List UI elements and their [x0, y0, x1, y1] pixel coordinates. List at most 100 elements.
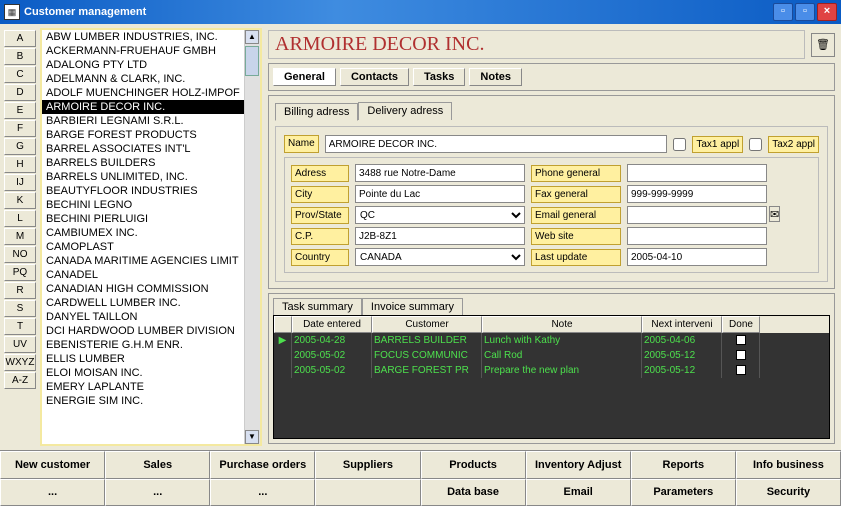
- col-header[interactable]: Next interveni: [642, 316, 722, 333]
- address-input[interactable]: [355, 164, 525, 182]
- alpha-UV[interactable]: UV: [4, 336, 36, 353]
- toolbar-...[interactable]: ...: [0, 479, 105, 506]
- alpha-L[interactable]: L: [4, 210, 36, 227]
- toolbar-info-business[interactable]: Info business: [736, 451, 841, 479]
- tab-notes[interactable]: Notes: [469, 68, 522, 86]
- window-button-2[interactable]: ▫: [795, 3, 815, 21]
- list-item[interactable]: ELLIS LUMBER: [42, 352, 260, 366]
- email-icon-button[interactable]: ✉: [769, 206, 780, 222]
- table-row[interactable]: 2005-05-02FOCUS COMMUNICCall Rod2005-05-…: [274, 348, 829, 363]
- toolbar-suppliers[interactable]: Suppliers: [315, 451, 420, 479]
- list-item[interactable]: ARMOIRE DECOR INC.: [42, 100, 260, 114]
- list-item[interactable]: BARRELS BUILDERS: [42, 156, 260, 170]
- alpha-E[interactable]: E: [4, 102, 36, 119]
- toolbar-...[interactable]: ...: [105, 479, 210, 506]
- list-item[interactable]: CAMOPLAST: [42, 240, 260, 254]
- alpha-NO[interactable]: NO: [4, 246, 36, 263]
- scroll-down-button[interactable]: ▼: [245, 430, 259, 444]
- subtab-1[interactable]: Delivery adress: [358, 102, 452, 120]
- provstate-select[interactable]: QC: [355, 206, 525, 224]
- alpha-PQ[interactable]: PQ: [4, 264, 36, 281]
- customer-list[interactable]: ABW LUMBER INDUSTRIES, INC.ACKERMANN-FRU…: [40, 28, 262, 446]
- tasktab-0[interactable]: Task summary: [273, 298, 362, 315]
- toolbar-sales[interactable]: Sales: [105, 451, 210, 479]
- toolbar-parameters[interactable]: Parameters: [631, 479, 736, 506]
- list-item[interactable]: ACKERMANN-FRUEHAUF GMBH: [42, 44, 260, 58]
- list-item[interactable]: BECHINI LEGNO: [42, 198, 260, 212]
- tab-tasks[interactable]: Tasks: [413, 68, 465, 86]
- list-item[interactable]: CANADA MARITIME AGENCIES LIMIT: [42, 254, 260, 268]
- subtab-0[interactable]: Billing adress: [275, 103, 358, 121]
- email-input[interactable]: [627, 206, 767, 224]
- toolbar-data-base[interactable]: Data base: [421, 479, 526, 506]
- scrollbar[interactable]: ▲ ▼: [244, 30, 260, 444]
- tasktab-1[interactable]: Invoice summary: [362, 298, 463, 315]
- fax-input[interactable]: [627, 185, 767, 203]
- list-item[interactable]: BARRELS UNLIMITED, INC.: [42, 170, 260, 184]
- list-item[interactable]: CARDWELL LUMBER INC.: [42, 296, 260, 310]
- country-select[interactable]: CANADA: [355, 248, 525, 266]
- list-item[interactable]: DANYEL TAILLON: [42, 310, 260, 324]
- alpha-S[interactable]: S: [4, 300, 36, 317]
- toolbar-purchase-orders[interactable]: Purchase orders: [210, 451, 315, 479]
- window-button-1[interactable]: ▫: [773, 3, 793, 21]
- alpha-K[interactable]: K: [4, 192, 36, 209]
- alpha-A-Z[interactable]: A-Z: [4, 372, 36, 389]
- lastupdate-input[interactable]: [627, 248, 767, 266]
- delete-button[interactable]: 🗑: [811, 33, 835, 57]
- list-item[interactable]: ENERGIE SIM INC.: [42, 394, 260, 408]
- list-item[interactable]: ADOLF MUENCHINGER HOLZ-IMPOF: [42, 86, 260, 100]
- list-item[interactable]: ABW LUMBER INDUSTRIES, INC.: [42, 30, 260, 44]
- toolbar-email[interactable]: Email: [526, 479, 631, 506]
- tab-contacts[interactable]: Contacts: [340, 68, 409, 86]
- alpha-T[interactable]: T: [4, 318, 36, 335]
- list-item[interactable]: ADELMANN & CLARK, INC.: [42, 72, 260, 86]
- toolbar-...[interactable]: ...: [210, 479, 315, 506]
- list-item[interactable]: ELOI MOISAN INC.: [42, 366, 260, 380]
- list-item[interactable]: ADALONG PTY LTD: [42, 58, 260, 72]
- list-item[interactable]: BEAUTYFLOOR INDUSTRIES: [42, 184, 260, 198]
- city-input[interactable]: [355, 185, 525, 203]
- alpha-M[interactable]: M: [4, 228, 36, 245]
- toolbar-new-customer[interactable]: New customer: [0, 451, 105, 479]
- col-header[interactable]: [274, 316, 292, 333]
- alpha-A[interactable]: A: [4, 30, 36, 47]
- alpha-H[interactable]: H: [4, 156, 36, 173]
- alpha-F[interactable]: F: [4, 120, 36, 137]
- list-item[interactable]: BECHINI PIERLUIGI: [42, 212, 260, 226]
- name-input[interactable]: [325, 135, 668, 153]
- tax2-checkbox[interactable]: [749, 138, 762, 151]
- scroll-up-button[interactable]: ▲: [245, 30, 259, 44]
- list-item[interactable]: BARGE FOREST PRODUCTS: [42, 128, 260, 142]
- alpha-R[interactable]: R: [4, 282, 36, 299]
- alpha-G[interactable]: G: [4, 138, 36, 155]
- list-item[interactable]: DCI HARDWOOD LUMBER DIVISION: [42, 324, 260, 338]
- alpha-C[interactable]: C: [4, 66, 36, 83]
- list-item[interactable]: EBENISTERIE G.H.M ENR.: [42, 338, 260, 352]
- alpha-B[interactable]: B: [4, 48, 36, 65]
- list-item[interactable]: EMERY LAPLANTE: [42, 380, 260, 394]
- cp-input[interactable]: [355, 227, 525, 245]
- table-row[interactable]: ▶2005-04-28BARRELS BUILDERLunch with Kat…: [274, 333, 829, 348]
- close-button[interactable]: ×: [817, 3, 837, 21]
- list-item[interactable]: CAMBIUMEX INC.: [42, 226, 260, 240]
- col-header[interactable]: Date entered: [292, 316, 372, 333]
- alpha-WXYZ[interactable]: WXYZ: [4, 354, 36, 371]
- toolbar-products[interactable]: Products: [421, 451, 526, 479]
- alpha-D[interactable]: D: [4, 84, 36, 101]
- list-item[interactable]: BARBIERI LEGNAMI S.R.L.: [42, 114, 260, 128]
- col-header[interactable]: Customer: [372, 316, 482, 333]
- scroll-thumb[interactable]: [245, 46, 259, 76]
- toolbar-reports[interactable]: Reports: [631, 451, 736, 479]
- list-item[interactable]: CANADIAN HIGH COMMISSION: [42, 282, 260, 296]
- list-item[interactable]: CANADEL: [42, 268, 260, 282]
- alpha-IJ[interactable]: IJ: [4, 174, 36, 191]
- tab-general[interactable]: General: [273, 68, 336, 86]
- tax1-checkbox[interactable]: [673, 138, 686, 151]
- col-header[interactable]: Note: [482, 316, 642, 333]
- phone-input[interactable]: [627, 164, 767, 182]
- toolbar-security[interactable]: Security: [736, 479, 841, 506]
- table-row[interactable]: 2005-05-02BARGE FOREST PRPrepare the new…: [274, 363, 829, 378]
- web-input[interactable]: [627, 227, 767, 245]
- col-header[interactable]: Done: [722, 316, 760, 333]
